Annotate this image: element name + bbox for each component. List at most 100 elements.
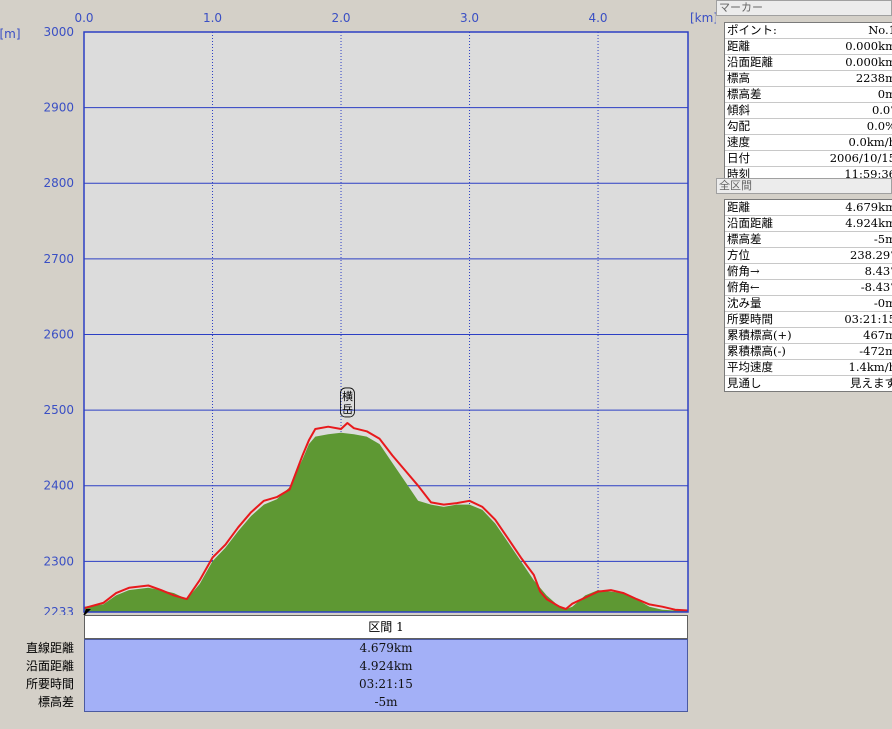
total-label: 所要時間 [727,312,773,326]
marker-value: 0.000km [845,55,892,69]
elevation-profile-chart[interactable]: 3000 2900 2800 2700 2600 2500 2400 2300 2233 0.0 1… [0,0,716,615]
total-row: 累積標高(-) -472m [725,344,892,360]
total-row: 俯角→ 8.43° [725,264,892,280]
x-axis-unit: [km] [690,11,716,25]
total-label: 沿面距離 [727,216,773,230]
summary-value: 03:21:15 [84,675,688,693]
total-value: 1.4km/h [848,360,892,374]
total-value: 4.679km [845,200,892,214]
total-value: -8.43° [860,280,892,294]
marker-label: 日付 [727,151,750,165]
summary-value: 4.924km [84,657,688,675]
total-label: 俯角← [727,280,760,294]
y-tick-label: 2500 [43,403,74,417]
marker-row: 標高 2238m [725,71,892,87]
marker-value: 0.0km/h [848,135,892,149]
marker-label: ポイント: [727,23,777,37]
summary-label: 所要時間 [25,677,74,691]
total-label: 平均速度 [727,360,773,374]
marker-section-header[interactable]: マーカー [716,0,892,16]
total-label: 見通し [727,376,762,390]
marker-value: 2006/10/15 [829,151,892,165]
summit-annotation-char: 横 [342,389,353,403]
total-label: 沈み量 [727,296,762,310]
y-tick-label: 3000 [43,25,74,39]
total-label: 方位 [727,248,750,262]
x-tick-label: 2.0 [331,11,350,25]
marker-value: No.1 [868,23,892,37]
y-tick-label: 2800 [43,176,74,190]
total-row: 見通し 見えます [725,376,892,391]
y-axis-unit: [m] [0,27,21,41]
marker-row: 標高差 0m [725,87,892,103]
summary-label: 標高差 [37,695,74,709]
marker-label: 標高差 [727,87,762,101]
summary-table: 直線距離 4.679km 沿面距離 4.924km 所要時間 03:21:15 … [0,639,716,711]
marker-row: 速度 0.0km/h [725,135,892,151]
total-label: 標高差 [727,232,762,246]
marker-value: 2238m [855,71,892,85]
summary-label: 直線距離 [25,641,74,655]
total-section-header[interactable]: 全区間 [716,178,892,194]
y-tick-label: 2700 [43,252,74,266]
total-label: 累積標高(+) [727,328,792,342]
total-row: 所要時間 03:21:15 [725,312,892,328]
total-value: -0m [873,296,892,310]
total-label: 俯角→ [727,264,760,278]
x-tick-label: 3.0 [460,11,479,25]
total-row: 沿面距離 4.924km [725,216,892,232]
total-row: 平均速度 1.4km/h [725,360,892,376]
total-value: 238.29° [850,248,892,262]
total-value: 467m [863,328,892,342]
summit-annotation-char: 岳 [342,403,353,416]
y-tick-label: 2600 [43,327,74,341]
marker-row: 日付 2006/10/15 [725,151,892,167]
total-row: 方位 238.29° [725,248,892,264]
total-table: 距離 4.679km 沿面距離 4.924km 標高差 -5m 方位 238.29° 俯角→ 8.… [724,199,892,392]
y-tick-label: 2300 [43,554,74,568]
marker-value: 0m [877,87,892,101]
info-panel: マーカー ポイント: No.1 距離 0.000km 沿面距離 0.000km 標高 2238… [716,0,892,729]
marker-label: 傾斜 [727,103,750,117]
total-value: 8.43° [864,264,892,278]
summary-value: -5m [84,693,688,711]
x-tick-label: 4.0 [588,11,607,25]
profile-chart-area: 3000 2900 2800 2700 2600 2500 2400 2300 2233 0.0 1… [0,0,716,729]
total-row: 沈み量 -0m [725,296,892,312]
x-tick-label: 1.0 [203,11,222,25]
summary-label: 沿面距離 [25,659,74,673]
marker-label: 距離 [727,39,750,53]
section-header[interactable]: 区間 1 [84,615,688,639]
y-tick-label: 2233 [43,605,74,615]
total-row: 俯角← -8.43° [725,280,892,296]
total-value: -5m [873,232,892,246]
marker-value: 0.0° [871,103,892,117]
marker-value: 0.000km [845,39,892,53]
marker-row: 勾配 0.0% [725,119,892,135]
marker-table: ポイント: No.1 距離 0.000km 沿面距離 0.000km 標高 2238m 標高差 0… [724,22,892,183]
marker-row: 傾斜 0.0° [725,103,892,119]
marker-label: 速度 [727,135,750,149]
marker-label: 勾配 [727,119,750,133]
marker-label: 沿面距離 [727,55,773,69]
marker-row: ポイント: No.1 [725,23,892,39]
y-tick-label: 2400 [43,479,74,493]
summary-row-elevation-diff: 標高差 -5m [0,693,716,711]
total-value: -472m [859,344,892,358]
total-label: 累積標高(-) [727,344,786,358]
total-label: 距離 [727,200,750,214]
y-tick-label: 2900 [43,101,74,115]
marker-row: 距離 0.000km [725,39,892,55]
x-tick-label: 0.0 [74,11,93,25]
total-row: 累積標高(+) 467m [725,328,892,344]
total-value: 4.924km [845,216,892,230]
marker-value: 0.0% [866,119,892,133]
total-value: 見えます [850,376,892,390]
total-row: 標高差 -5m [725,232,892,248]
summary-row-duration: 所要時間 03:21:15 [0,675,716,693]
marker-row: 沿面距離 0.000km [725,55,892,71]
total-value: 03:21:15 [844,312,892,326]
summary-row-straight-distance: 直線距離 4.679km [0,639,716,657]
marker-label: 標高 [727,71,750,85]
summary-row-surface-distance: 沿面距離 4.924km [0,657,716,675]
